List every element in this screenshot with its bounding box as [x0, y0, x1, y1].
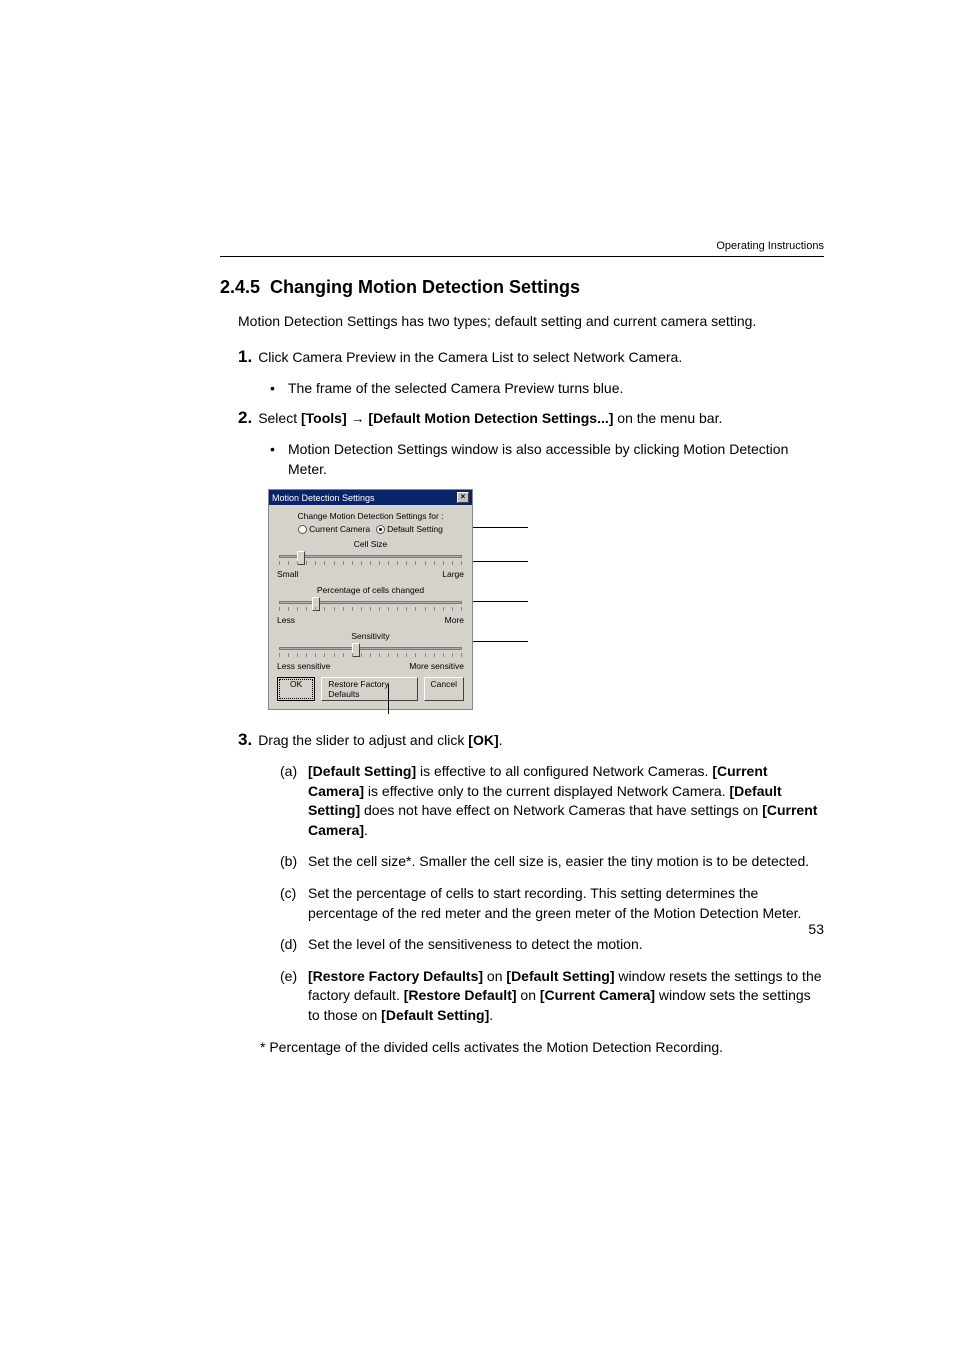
a-t3: does not have effect on Network Cameras … [360, 802, 762, 818]
sensitivity-title: Sensitivity [277, 631, 464, 641]
dialog-title: Motion Detection Settings [272, 493, 375, 503]
step-2: 2. Select [Tools] → [Default Motion Detec… [238, 406, 824, 430]
cancel-button[interactable]: Cancel [424, 677, 464, 701]
step-2-tools: [Tools] [301, 410, 347, 426]
cell-size-large: Large [442, 569, 464, 579]
step-3: 3. Drag the slider to adjust and click [O… [238, 728, 824, 752]
section-title-text: Changing Motion Detection Settings [270, 277, 580, 297]
step-2-select: Select [258, 410, 301, 426]
step-1-bullet: The frame of the selected Camera Preview… [270, 379, 824, 399]
text-c: Set the percentage of cells to start rec… [308, 884, 824, 923]
arrow-icon: → [347, 410, 369, 426]
motion-detection-dialog: Motion Detection Settings × Change Motio… [268, 489, 473, 710]
item-c: (c) Set the percentage of cells to start… [280, 884, 824, 923]
text-b: Set the cell size*. Smaller the cell siz… [308, 852, 824, 872]
text-e: [Restore Factory Defaults] on [Default S… [308, 967, 824, 1026]
dialog-button-row: OK Restore Factory Defaults Cancel [277, 677, 464, 701]
percentage-title: Percentage of cells changed [277, 585, 464, 595]
text-a: [Default Setting] is effective to all co… [308, 762, 824, 840]
radio-default-label: Default Setting [387, 524, 443, 534]
a-t1: is effective to all configured Network C… [416, 763, 712, 779]
e-t3: on [517, 987, 540, 1003]
marker-d: (d) [280, 935, 308, 955]
alpha-list: (a) [Default Setting] is effective to al… [280, 762, 824, 1026]
e-s1: [Restore Factory Defaults] [308, 968, 483, 984]
footnote: * Percentage of the divided cells activa… [260, 1038, 824, 1058]
e-t1: on [483, 968, 506, 984]
a-t2: is effective only to the current display… [364, 783, 729, 799]
dialog-figure-row: Motion Detection Settings × Change Motio… [268, 489, 824, 710]
cell-size-section: Cell Size Small Large [277, 539, 464, 579]
a-t4: . [364, 822, 368, 838]
marker-c: (c) [280, 884, 308, 923]
radio-icon [376, 525, 385, 534]
section-heading: 2.4.5 Changing Motion Detection Settings [220, 277, 824, 298]
step-3-after: . [499, 732, 503, 748]
e-s3: [Restore Default] [404, 987, 517, 1003]
text-d: Set the level of the sensitiveness to de… [308, 935, 824, 955]
dialog-titlebar: Motion Detection Settings × [269, 490, 472, 505]
step-3-ok: [OK] [468, 732, 498, 748]
marker-e: (e) [280, 967, 308, 1026]
dialog-body: Change Motion Detection Settings for : C… [269, 505, 472, 709]
item-d: (d) Set the level of the sensitiveness t… [280, 935, 824, 955]
sensitivity-slider[interactable] [279, 643, 462, 659]
step-3-number: 3. [238, 730, 252, 749]
restore-defaults-button[interactable]: Restore Factory Defaults [321, 677, 417, 701]
running-header: Operating Instructions [220, 240, 824, 252]
cell-size-title: Cell Size [277, 539, 464, 549]
close-icon[interactable]: × [457, 492, 469, 503]
e-s2: [Default Setting] [506, 968, 614, 984]
step-1-text: Click Camera Preview in the Camera List … [258, 349, 682, 365]
step-2-after: on the menu bar. [613, 410, 722, 426]
percentage-section: Percentage of cells changed Less More [277, 585, 464, 625]
step-2-number: 2. [238, 408, 252, 427]
e-t5: . [489, 1007, 493, 1023]
item-a: (a) [Default Setting] is effective to al… [280, 762, 824, 840]
radio-current-label: Current Camera [309, 524, 370, 534]
sens-less: Less sensitive [277, 661, 330, 671]
e-s5: [Default Setting] [381, 1007, 489, 1023]
a-s1: [Default Setting] [308, 763, 416, 779]
cell-size-small: Small [277, 569, 298, 579]
cell-size-slider[interactable] [279, 551, 462, 567]
step-2-menu: [Default Motion Detection Settings...] [368, 410, 613, 426]
step-2-bullet: Motion Detection Settings window is also… [270, 440, 824, 479]
item-e: (e) [Restore Factory Defaults] on [Defau… [280, 967, 824, 1026]
sensitivity-section: Sensitivity Less sensitive More sensitive [277, 631, 464, 671]
radio-default-setting[interactable]: Default Setting [376, 524, 443, 534]
pct-less: Less [277, 615, 295, 625]
section-number: 2.4.5 [220, 277, 260, 297]
step-3-before: Drag the slider to adjust and click [258, 732, 468, 748]
marker-b: (b) [280, 852, 308, 872]
item-b: (b) Set the cell size*. Smaller the cell… [280, 852, 824, 872]
change-label: Change Motion Detection Settings for : [277, 511, 464, 521]
header-rule [220, 256, 824, 257]
radio-group: Current Camera Default Setting [277, 524, 464, 534]
pct-more: More [445, 615, 464, 625]
sens-more: More sensitive [409, 661, 464, 671]
radio-icon [298, 525, 307, 534]
callout-lines [473, 489, 824, 710]
intro-paragraph: Motion Detection Settings has two types;… [238, 312, 824, 331]
step-1: 1. Click Camera Preview in the Camera Lis… [238, 345, 824, 369]
percentage-slider[interactable] [279, 597, 462, 613]
radio-current-camera[interactable]: Current Camera [298, 524, 370, 534]
marker-a: (a) [280, 762, 308, 840]
ok-button[interactable]: OK [277, 677, 315, 701]
page-number: 53 [808, 921, 824, 937]
e-s4: [Current Camera] [540, 987, 655, 1003]
step-1-number: 1. [238, 347, 252, 366]
